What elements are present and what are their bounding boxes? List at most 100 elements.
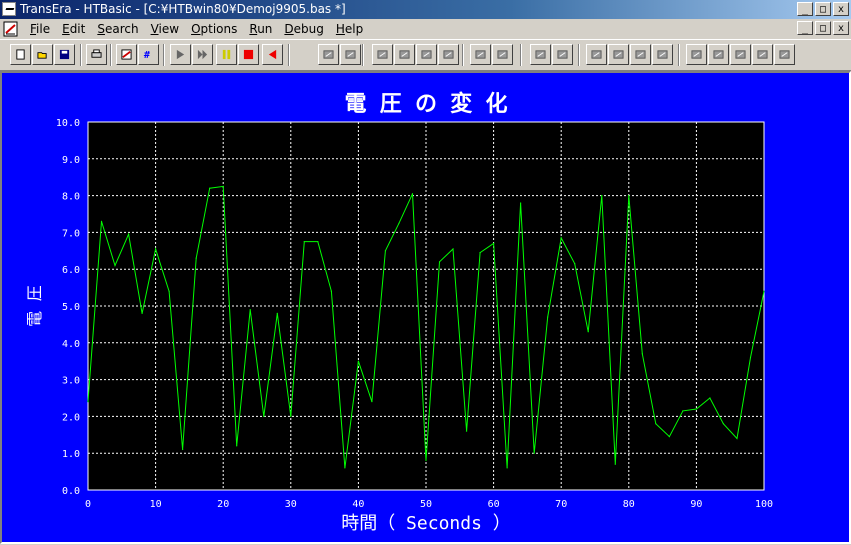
bookmark-clear-icon (443, 50, 454, 59)
x-tick-label: 30 (285, 499, 297, 510)
data-point (141, 312, 143, 314)
data-point (100, 220, 103, 222)
doc-restore-button[interactable]: □ (815, 21, 831, 35)
graphics-window: 0.0 1.0 2.0 3.0 4.0 5.0 6.0 7.0 8.0 9.0 10.0 0 10 20 3… (0, 71, 851, 544)
replace-icon (345, 50, 356, 59)
y-tick-label: 4.0 (62, 339, 80, 350)
menu-label-rest: dit (69, 22, 86, 36)
comment-button[interactable] (470, 44, 491, 65)
continue-button[interactable] (192, 44, 213, 65)
menu-item-file[interactable]: File (24, 22, 56, 36)
open-folder-button[interactable] (32, 44, 53, 65)
hand-all-icon (613, 50, 624, 59)
step-into-icon (757, 50, 768, 59)
menu-item-view[interactable]: View (145, 22, 185, 36)
watch-edit-button[interactable] (708, 44, 729, 65)
data-point (736, 437, 738, 440)
hand-break-button[interactable] (630, 44, 651, 65)
toolbar-separator (520, 44, 522, 66)
new-file-button[interactable] (10, 44, 31, 65)
replace-button[interactable] (340, 44, 361, 65)
step-over-icon (779, 50, 790, 59)
doc-close-button[interactable]: x (833, 21, 849, 35)
data-point (438, 261, 441, 263)
hand-break-icon (635, 50, 646, 59)
minimize-button[interactable]: _ (797, 2, 813, 16)
continue-icon (197, 49, 208, 60)
data-point (114, 264, 116, 267)
watch-button[interactable] (686, 44, 707, 65)
y-tick-label: 7.0 (62, 228, 80, 239)
menu-item-run[interactable]: Run (243, 22, 278, 36)
bookmark-next-icon (399, 50, 410, 59)
menu-label-rest: elp (344, 22, 364, 36)
bookmark-prev-icon (421, 50, 432, 59)
bookmark-next-button[interactable] (394, 44, 415, 65)
document-icon[interactable] (3, 21, 19, 37)
x-tick-label: 70 (555, 499, 567, 510)
menu-item-edit[interactable]: Edit (56, 22, 91, 36)
data-point (479, 252, 481, 254)
menu-label-rest: un (257, 22, 273, 36)
open-folder-icon (37, 52, 47, 59)
doc-minimize-button[interactable]: _ (797, 21, 813, 35)
data-point (506, 467, 508, 469)
y-tick-label: 5.0 (62, 302, 80, 313)
y-axis-label: 電 圧 (25, 285, 44, 327)
watch-step-button[interactable] (730, 44, 751, 65)
data-point (574, 263, 576, 265)
save-disk-button[interactable] (54, 44, 75, 65)
data-point (682, 410, 684, 412)
close-button[interactable]: x (833, 2, 849, 16)
menu-item-search[interactable]: Search (91, 22, 144, 36)
window-title: TransEra - HTBasic - [C:¥HTBwin80¥Demoj9… (20, 2, 346, 16)
menu-bar: File Edit Search View Options Run Debug Help _ … (0, 19, 851, 39)
data-point (209, 187, 211, 189)
app-icon[interactable] (2, 2, 16, 16)
line-numbers-button[interactable]: # (138, 44, 159, 65)
menu-item-debug[interactable]: Debug (278, 22, 329, 36)
data-point (317, 241, 319, 243)
data-point (330, 290, 332, 292)
find-button[interactable] (318, 44, 339, 65)
y-tick-label: 0.0 (62, 486, 80, 497)
x-tick-label: 50 (420, 499, 432, 510)
print-button[interactable] (86, 44, 107, 65)
run-button[interactable] (170, 44, 191, 65)
bookmark-button[interactable] (372, 44, 393, 65)
maximize-button[interactable]: □ (815, 2, 831, 16)
menu-label-rest: iew (158, 22, 180, 36)
menu-label-rest: ptions (200, 22, 238, 36)
stop-button[interactable] (238, 44, 259, 65)
uncomment-button[interactable] (492, 44, 513, 65)
x-tick-label: 10 (150, 499, 162, 510)
step-back-button[interactable] (262, 44, 283, 65)
bookmark-prev-button[interactable] (416, 44, 437, 65)
step-into-button[interactable] (752, 44, 773, 65)
data-point (655, 423, 657, 425)
bookmark-clear-button[interactable] (438, 44, 459, 65)
menu-item-help[interactable]: Help (330, 22, 369, 36)
edit-program-button[interactable] (116, 44, 137, 65)
menu-item-options[interactable]: Options (185, 22, 243, 36)
wrench-multi-button[interactable] (552, 44, 573, 65)
run-icon (176, 49, 185, 60)
step-over-button[interactable] (774, 44, 795, 65)
toolbar-separator (80, 44, 82, 66)
toolbar-separator (288, 44, 290, 66)
save-disk-icon (59, 49, 70, 60)
hand-all-button[interactable] (608, 44, 629, 65)
pause-button[interactable] (216, 44, 237, 65)
hand-button[interactable] (586, 44, 607, 65)
x-tick-label: 0 (85, 499, 91, 510)
new-file-icon (16, 49, 25, 60)
data-point (249, 309, 251, 311)
data-point (411, 193, 414, 195)
x-axis-label: 時間（ Seconds ） (341, 513, 511, 534)
hand-clear-button[interactable] (652, 44, 673, 65)
uncomment-icon (497, 50, 508, 59)
menu-label-rest: ebug (293, 22, 324, 36)
data-point (127, 233, 130, 235)
wrench-button[interactable] (530, 44, 551, 65)
data-point (628, 195, 630, 197)
